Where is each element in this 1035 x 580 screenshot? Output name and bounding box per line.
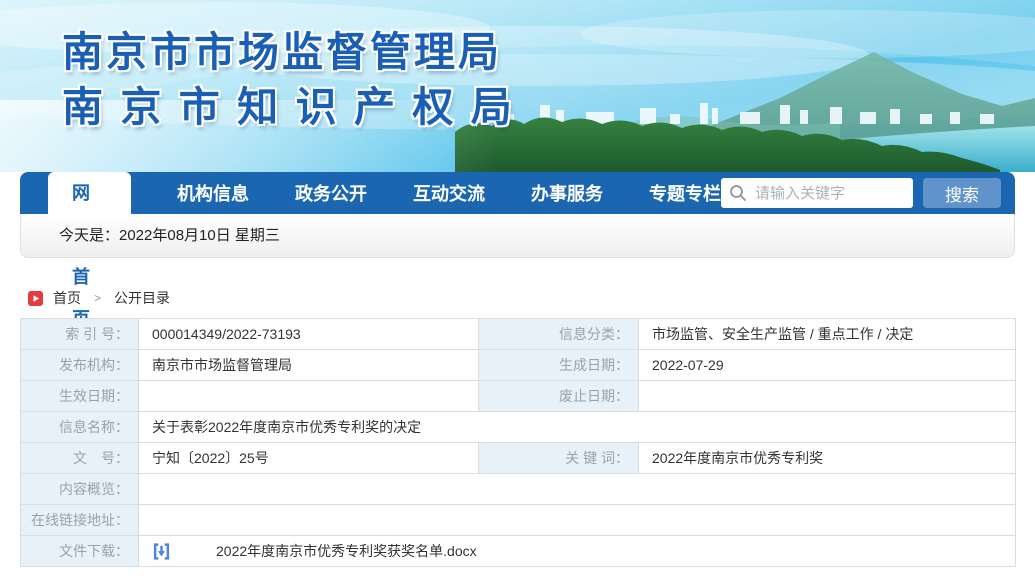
doc-number-label: 文 号：	[20, 442, 139, 474]
online-link-label: 在线链接地址：	[20, 504, 139, 536]
nav-tab-interaction[interactable]: 互动交流	[413, 180, 485, 206]
content-summary-value	[138, 473, 1016, 505]
table-row: 发布机构： 南京市市场监督管理局 生成日期： 2022-07-29	[20, 349, 1016, 381]
effective-date-label: 生效日期：	[20, 380, 139, 412]
download-icon[interactable]	[152, 542, 171, 561]
breadcrumb-current[interactable]: 公开目录	[114, 288, 170, 308]
info-name-label: 信息名称：	[20, 411, 139, 443]
table-row: 文 号： 宁知〔2022〕25号 关 键 词： 2022年度南京市优秀专利奖	[20, 442, 1016, 474]
download-file-link[interactable]: 2022年度南京市优秀专利奖获奖名单.docx	[216, 541, 477, 561]
page: 南京市市场监督管理局 南 京 市 知 识 产 权 局 网站首页 机构信息 政务公…	[0, 0, 1035, 580]
index-number-label: 索 引 号：	[20, 318, 139, 350]
content-summary-label: 内容概览：	[20, 473, 139, 505]
date-bar: 今天是：2022年08月10日 星期三	[20, 214, 1015, 258]
publisher-label: 发布机构：	[20, 349, 139, 381]
doc-number-value: 宁知〔2022〕25号	[138, 442, 479, 474]
info-name-value: 关于表彰2022年度南京市优秀专利奖的决定	[138, 411, 1016, 443]
search-button[interactable]: 搜索	[923, 178, 1001, 208]
search-box	[721, 178, 913, 208]
file-download-label: 文件下载：	[20, 535, 139, 567]
table-row: 索 引 号： 000014349/2022-73193 信息分类： 市场监管、安…	[20, 318, 1016, 350]
site-title: 南京市市场监督管理局 南 京 市 知 识 产 权 局	[62, 26, 515, 133]
publisher-value: 南京市市场监督管理局	[138, 349, 479, 381]
site-title-line1: 南京市市场监督管理局	[62, 29, 502, 75]
file-download-cell: 2022年度南京市优秀专利奖获奖名单.docx	[152, 541, 1015, 561]
nav-tab-org-info[interactable]: 机构信息	[177, 180, 249, 206]
breadcrumb-marker-icon	[28, 290, 43, 306]
table-row: 在线链接地址：	[20, 504, 1016, 536]
search-area: 搜索	[721, 178, 1001, 208]
nav-tab-special-columns[interactable]: 专题专栏	[649, 180, 721, 206]
created-date-label: 生成日期：	[478, 349, 639, 381]
repeal-date-value	[638, 380, 1016, 412]
banner: 南京市市场监督管理局 南 京 市 知 识 产 权 局	[0, 0, 1035, 172]
breadcrumb: 首页 > 公开目录	[28, 288, 170, 308]
main-nav: 网站首页 机构信息 政务公开 互动交流 办事服务 专题专栏 搜索	[20, 172, 1015, 329]
table-row: 内容概览：	[20, 473, 1016, 505]
nav-tab-home[interactable]: 网站首页	[48, 172, 131, 329]
table-row: 文件下载： 2022年度南京市优秀专利奖获奖名单.docx	[20, 535, 1016, 567]
breadcrumb-home-link[interactable]: 首页	[53, 288, 81, 308]
table-row: 生效日期： 废止日期：	[20, 380, 1016, 412]
created-date-value: 2022-07-29	[638, 349, 1016, 381]
nav-tab-services[interactable]: 办事服务	[531, 180, 603, 206]
nav-tab-gov-affairs[interactable]: 政务公开	[295, 180, 367, 206]
breadcrumb-separator: >	[94, 291, 102, 305]
site-title-line2: 南 京 市 知 识 产 权 局	[62, 84, 515, 130]
keyword-value: 2022年度南京市优秀专利奖	[638, 442, 1016, 474]
keyword-label: 关 键 词：	[478, 442, 639, 474]
search-input[interactable]	[721, 178, 913, 208]
document-info-table: 索 引 号： 000014349/2022-73193 信息分类： 市场监管、安…	[20, 318, 1016, 567]
today-date-text: 今天是：2022年08月10日 星期三	[59, 227, 280, 244]
index-number-value: 000014349/2022-73193	[138, 318, 479, 350]
effective-date-value	[138, 380, 479, 412]
table-row: 信息名称： 关于表彰2022年度南京市优秀专利奖的决定	[20, 411, 1016, 443]
info-category-value: 市场监管、安全生产监管 / 重点工作 / 决定	[638, 318, 1016, 350]
repeal-date-label: 废止日期：	[478, 380, 639, 412]
online-link-value	[138, 504, 1016, 536]
info-category-label: 信息分类：	[478, 318, 639, 350]
search-icon	[730, 185, 746, 201]
